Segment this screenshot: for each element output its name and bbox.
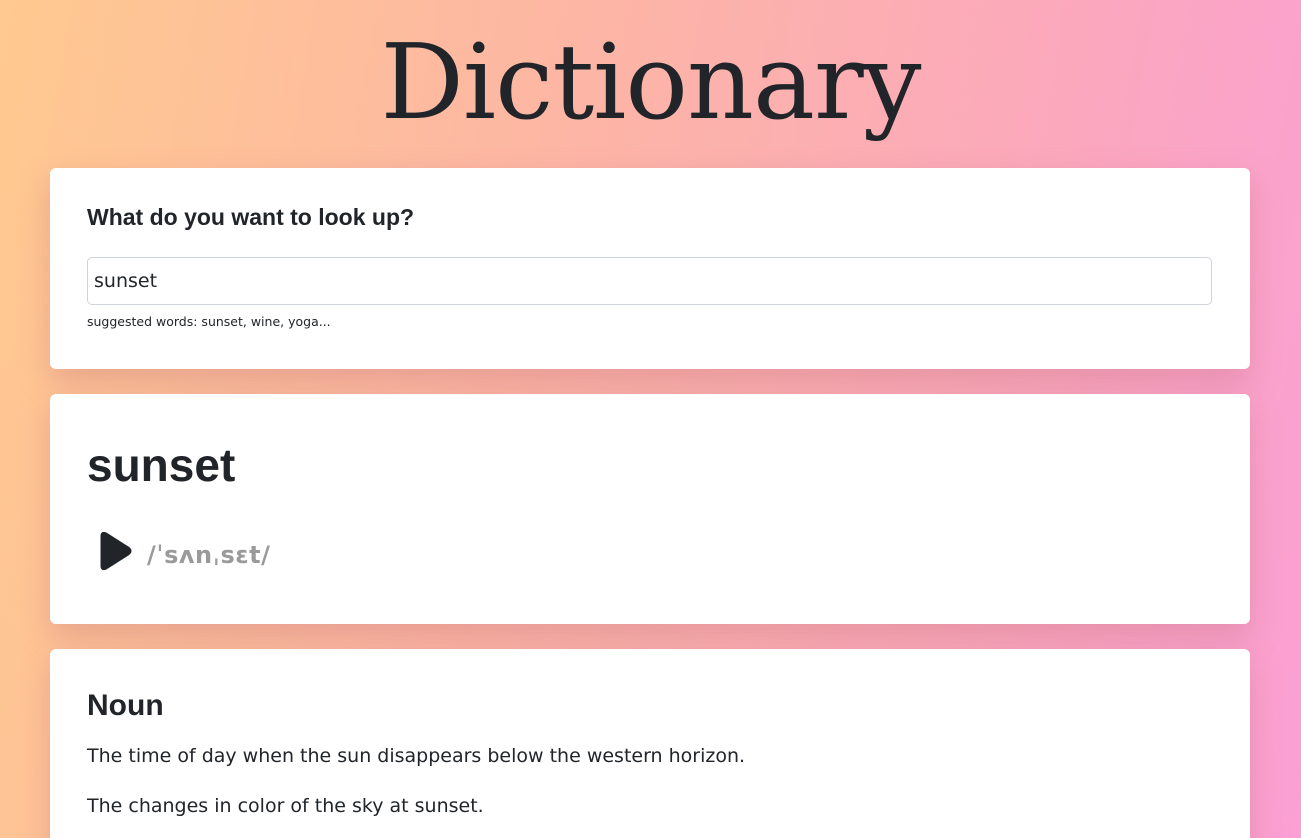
definition-item: The time of day when the sun disappears … bbox=[87, 745, 746, 767]
word-title: sunset bbox=[87, 439, 236, 491]
search-input[interactable] bbox=[87, 257, 1212, 305]
play-audio-button[interactable] bbox=[94, 530, 134, 572]
definition-item: The changes in color of the sky at sunse… bbox=[87, 795, 484, 817]
meaning-card: Noun The time of day when the sun disapp… bbox=[50, 649, 1250, 838]
suggested-words-hint: suggested words: sunset, wine, yoga... bbox=[87, 314, 331, 329]
play-icon bbox=[100, 531, 132, 571]
phonetic-text: /ˈsʌnˌsɛt/ bbox=[147, 541, 271, 569]
part-of-speech: Noun bbox=[87, 689, 164, 722]
app-title: Dictionary bbox=[380, 21, 921, 143]
search-card: What do you want to look up? suggested w… bbox=[50, 168, 1250, 369]
search-heading: What do you want to look up? bbox=[87, 204, 415, 230]
word-card: sunset /ˈsʌnˌsɛt/ bbox=[50, 394, 1250, 624]
